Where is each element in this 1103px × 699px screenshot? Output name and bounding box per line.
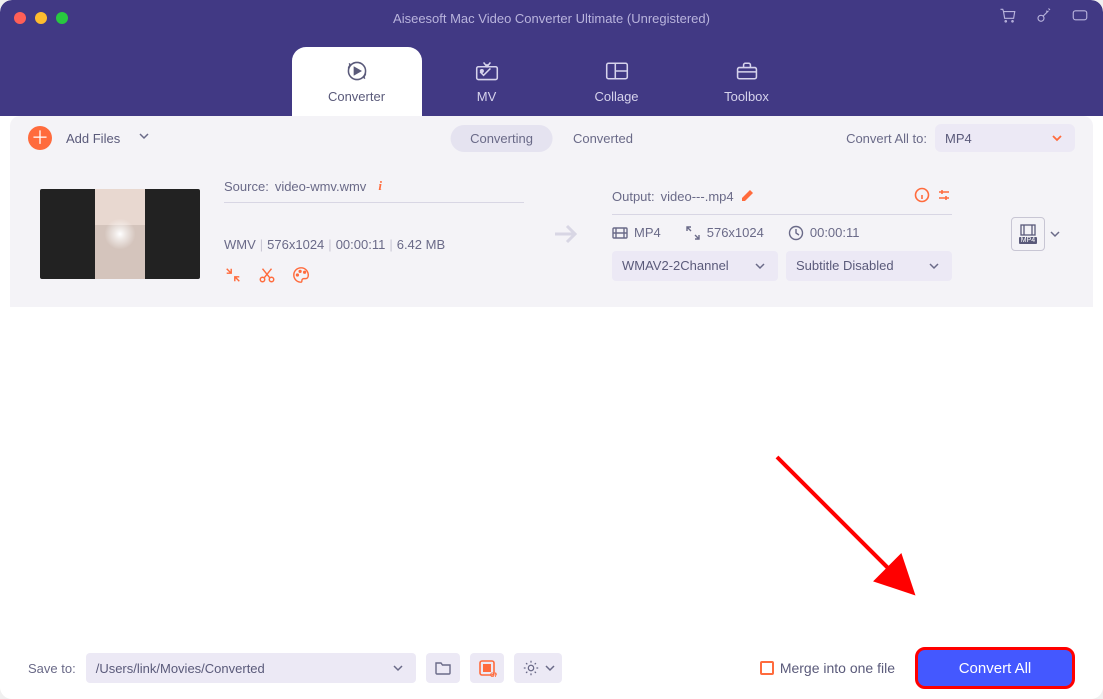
main-tabs: Converter MV Collage Toolbox	[0, 36, 1103, 116]
empty-area	[0, 307, 1103, 637]
film-icon	[1020, 224, 1036, 236]
palette-icon[interactable]	[292, 266, 310, 289]
chevron-down-icon	[926, 258, 942, 274]
chevron-down-icon	[752, 258, 768, 274]
enhance-icon[interactable]	[936, 187, 952, 206]
bottom-bar: Save to: /Users/link/Movies/Converted ON…	[0, 637, 1103, 699]
output-dims: 576x1024	[707, 225, 764, 240]
output-filename: video---.mp4	[661, 189, 734, 204]
format-select-value: MP4	[945, 131, 972, 146]
audio-dropdown[interactable]: WMAV2-2Channel	[612, 251, 778, 281]
open-folder-button[interactable]	[426, 653, 460, 683]
output-format-tile[interactable]: MP4	[1011, 217, 1045, 251]
chevron-down-icon	[390, 660, 406, 676]
save-path-value: /Users/link/Movies/Converted	[96, 661, 265, 676]
file-row: Source: video-wmv.wmv i WMV| 576x1024| 0…	[10, 160, 1093, 307]
source-filename: video-wmv.wmv	[275, 179, 367, 194]
convert-all-to-label: Convert All to:	[846, 131, 927, 146]
cut-icon[interactable]	[258, 266, 276, 289]
chevron-down-icon	[1049, 130, 1065, 146]
output-label: Output:	[612, 189, 655, 204]
video-thumbnail[interactable]	[40, 189, 200, 279]
arrow-icon	[548, 222, 588, 246]
source-size: 6.42 MB	[397, 237, 445, 252]
output-info-icon[interactable]	[914, 187, 930, 206]
cart-icon[interactable]	[999, 7, 1017, 30]
save-path-field[interactable]: /Users/link/Movies/Converted	[86, 653, 416, 683]
chevron-down-icon	[542, 660, 558, 676]
output-format: MP4	[634, 225, 661, 240]
subtitle-dropdown-value: Subtitle Disabled	[796, 258, 894, 273]
save-to-label: Save to:	[28, 661, 76, 676]
resolution-icon	[685, 225, 701, 241]
tab-label: Toolbox	[724, 89, 769, 104]
titlebar: Aiseesoft Mac Video Converter Ultimate (…	[0, 0, 1103, 36]
merge-label: Merge into one file	[780, 660, 895, 676]
convert-all-button[interactable]: Convert All	[915, 647, 1075, 689]
edit-icon[interactable]	[740, 187, 756, 206]
tab-converter[interactable]: Converter	[292, 47, 422, 116]
tab-label: Converter	[328, 89, 385, 104]
tab-toolbox[interactable]: Toolbox	[682, 47, 812, 116]
gear-icon	[522, 659, 540, 677]
audio-dropdown-value: WMAV2-2Channel	[622, 258, 729, 273]
tab-collage[interactable]: Collage	[552, 47, 682, 116]
add-files-button[interactable]: ＋	[28, 126, 52, 150]
clock-icon	[788, 225, 804, 241]
segment-converted[interactable]: Converted	[553, 125, 653, 152]
tab-label: Collage	[594, 89, 638, 104]
source-codec: WMV	[224, 237, 256, 252]
add-files-dropdown-icon[interactable]	[136, 128, 152, 149]
compress-icon[interactable]	[224, 266, 242, 289]
source-label: Source:	[224, 179, 269, 194]
video-icon	[612, 225, 628, 241]
feedback-icon[interactable]	[1071, 7, 1089, 30]
segment-converting[interactable]: Converting	[450, 125, 553, 152]
source-dims: 576x1024	[267, 237, 324, 252]
add-files-label: Add Files	[66, 131, 120, 146]
format-tile-label: MP4	[1019, 237, 1037, 244]
merge-checkbox[interactable]	[760, 661, 774, 675]
settings-button[interactable]	[514, 653, 562, 683]
key-icon[interactable]	[1035, 7, 1053, 30]
window-title: Aiseesoft Mac Video Converter Ultimate (…	[393, 11, 710, 26]
tab-label: MV	[477, 89, 497, 104]
close-window-button[interactable]	[14, 12, 26, 24]
format-chevron-icon[interactable]	[1047, 226, 1063, 242]
tab-mv[interactable]: MV	[422, 47, 552, 116]
toolbar-row: ＋ Add Files Converting Converted Convert…	[10, 116, 1093, 160]
subtitle-dropdown[interactable]: Subtitle Disabled	[786, 251, 952, 281]
info-icon[interactable]: i	[378, 178, 382, 194]
source-duration: 00:00:11	[336, 237, 386, 252]
output-duration: 00:00:11	[810, 225, 860, 240]
maximize-window-button[interactable]	[56, 12, 68, 24]
convert-all-format-select[interactable]: MP4	[935, 124, 1075, 152]
minimize-window-button[interactable]	[35, 12, 47, 24]
gpu-accel-button[interactable]: ON	[470, 653, 504, 683]
svg-text:ON: ON	[490, 673, 497, 678]
